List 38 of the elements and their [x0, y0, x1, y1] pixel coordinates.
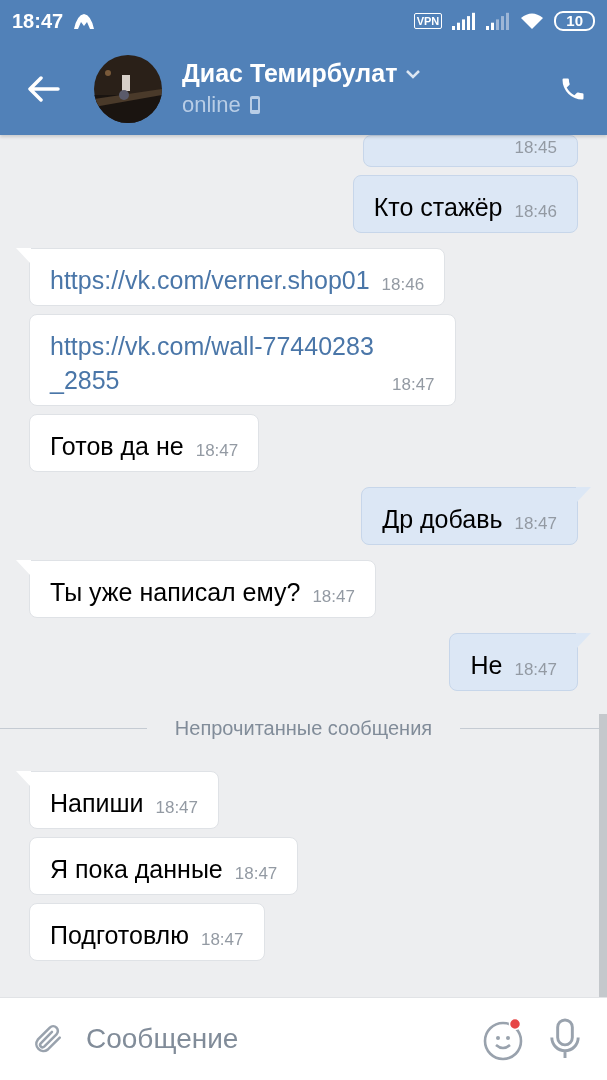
message-time: 18:45	[514, 138, 557, 159]
message-time: 18:47	[514, 660, 557, 681]
message-time: 18:47	[234, 864, 278, 885]
vpn-indicator: VPN	[413, 13, 443, 29]
message-input[interactable]: Сообщение	[84, 1022, 463, 1056]
message-time: 18:47	[200, 930, 244, 951]
message-time: 18:47	[195, 441, 239, 462]
mountain-icon	[73, 12, 96, 30]
message-link[interactable]: https://vk.com/wall-77440283_2855	[50, 329, 380, 397]
chevron-down-icon[interactable]	[405, 68, 422, 79]
message-text: Ты уже написал ему?	[50, 577, 301, 608]
status-time: 18:47	[12, 9, 64, 33]
message-text: Я пока данные	[50, 854, 223, 885]
message-text: Кто стажёр	[373, 192, 503, 223]
message-time: 18:47	[312, 587, 355, 608]
message-time: 18:46	[381, 275, 425, 296]
unread-divider: Непрочитанные сообщения	[174, 717, 433, 740]
message-text: Подготовлю	[50, 920, 189, 951]
scrollbar[interactable]	[599, 714, 607, 997]
wifi-icon	[520, 12, 545, 30]
message-text: Напиши	[50, 788, 144, 819]
back-arrow-icon[interactable]	[28, 75, 60, 102]
message-time: 18:47	[392, 375, 435, 396]
signal-icon	[452, 12, 477, 30]
phone-icon	[248, 95, 261, 115]
battery-indicator: 10	[554, 11, 595, 31]
message-text: Готов да не	[50, 431, 184, 462]
signal-icon	[486, 12, 511, 30]
microphone-icon[interactable]	[547, 1017, 583, 1061]
message-text: Др добавь	[382, 504, 503, 535]
message-text: Не	[470, 650, 503, 681]
message-time: 18:47	[514, 514, 557, 535]
message-time: 18:47	[155, 798, 199, 819]
contact-name[interactable]: Диас Темирбулат	[182, 59, 398, 88]
message-time: 18:46	[514, 202, 557, 223]
message-link[interactable]: https://vk.com/verner.shop01	[50, 263, 370, 297]
message-bar[interactable]: Сообщение	[0, 997, 607, 1080]
online-status: online	[182, 92, 241, 118]
